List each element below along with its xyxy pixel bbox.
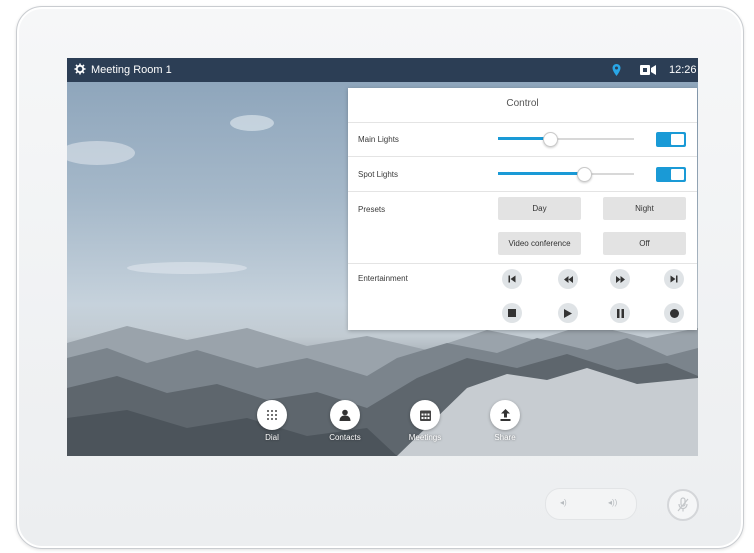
- contacts-button[interactable]: Contacts: [325, 400, 365, 442]
- contacts-label: Contacts: [329, 433, 361, 442]
- rewind-icon[interactable]: [558, 269, 578, 289]
- dial-button[interactable]: Dial: [252, 400, 292, 442]
- gear-icon[interactable]: [74, 63, 86, 75]
- entertainment-label: Entertainment: [358, 274, 408, 283]
- volume-down-icon[interactable]: ◂): [560, 498, 567, 507]
- slider-handle[interactable]: [577, 167, 592, 182]
- divider: [348, 191, 697, 192]
- skip-next-icon[interactable]: [664, 269, 684, 289]
- location-pin-icon: [612, 64, 621, 76]
- main-lights-label: Main Lights: [358, 135, 399, 144]
- microphone-mute-icon: [677, 497, 689, 512]
- room-name[interactable]: Meeting Room 1: [91, 64, 172, 76]
- camera-icon[interactable]: [640, 65, 656, 75]
- divider: [348, 156, 697, 157]
- divider: [348, 122, 697, 123]
- control-panel: Control Main Lights Spot Lights Presets …: [348, 88, 697, 330]
- record-icon[interactable]: [664, 303, 684, 323]
- meetings-button[interactable]: Meetings: [405, 400, 445, 442]
- play-icon[interactable]: [558, 303, 578, 323]
- preset-day-button[interactable]: Day: [498, 197, 581, 220]
- preset-night-button[interactable]: Night: [603, 197, 686, 220]
- preset-off-button[interactable]: Off: [603, 232, 686, 255]
- stop-icon[interactable]: [502, 303, 522, 323]
- volume-up-icon[interactable]: ◂)): [608, 498, 617, 507]
- skip-previous-icon[interactable]: [502, 269, 522, 289]
- contacts-icon[interactable]: [330, 400, 360, 430]
- main-lights-toggle[interactable]: [656, 132, 686, 147]
- spot-lights-toggle[interactable]: [656, 167, 686, 182]
- preset-video-conference-button[interactable]: Video conference: [498, 232, 581, 255]
- share-upload-icon[interactable]: [490, 400, 520, 430]
- share-label: Share: [494, 433, 516, 442]
- pause-icon[interactable]: [610, 303, 630, 323]
- volume-button-group: ◂) ◂)): [545, 488, 637, 520]
- calendar-icon[interactable]: [410, 400, 440, 430]
- spot-lights-slider[interactable]: [498, 167, 634, 182]
- presets-label: Presets: [358, 205, 386, 214]
- divider: [348, 263, 697, 264]
- fast-forward-icon[interactable]: [610, 269, 630, 289]
- share-button[interactable]: Share: [485, 400, 525, 442]
- spot-lights-label: Spot Lights: [358, 170, 399, 179]
- dialpad-icon[interactable]: [257, 400, 287, 430]
- clock: 12:26: [669, 64, 697, 76]
- slider-handle[interactable]: [543, 132, 558, 147]
- main-lights-slider[interactable]: [498, 132, 634, 147]
- microphone-mute-button[interactable]: [667, 489, 699, 521]
- panel-title: Control: [506, 98, 539, 109]
- meetings-label: Meetings: [408, 433, 442, 442]
- status-bar: Meeting Room 1 12:26: [67, 58, 698, 82]
- screen: Meeting Room 1 12:26 Control Main Lights…: [67, 58, 698, 456]
- dial-label: Dial: [265, 433, 279, 442]
